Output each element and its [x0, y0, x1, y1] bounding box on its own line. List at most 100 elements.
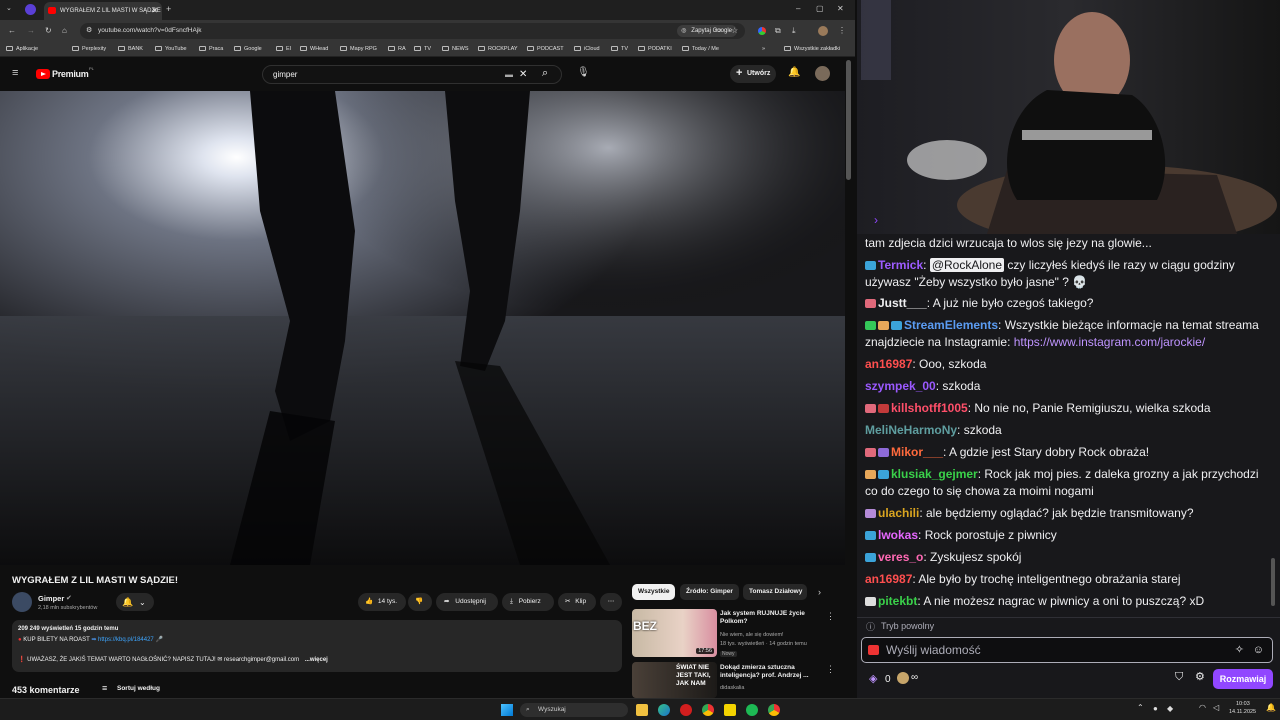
chat-username[interactable]: an16987	[865, 572, 912, 586]
bookmark-item[interactable]: RA	[388, 44, 406, 54]
spotify-icon[interactable]	[746, 704, 758, 716]
sort-icon[interactable]: ≡	[102, 683, 107, 693]
maximize-icon[interactable]: ▢	[816, 3, 824, 15]
more-link[interactable]: ...więcej	[305, 657, 328, 663]
tab-search-icon[interactable]: ⌄	[6, 3, 12, 15]
close-window-icon[interactable]: ✕	[837, 3, 844, 15]
extension-color-icon[interactable]	[758, 27, 766, 35]
rec-title[interactable]: Dokąd zmierza sztuczna inteligencja? pro…	[720, 664, 820, 680]
chat-username[interactable]: lwokas	[878, 528, 918, 542]
channel-name[interactable]: Gimper	[38, 594, 64, 603]
rec-title[interactable]: Jak system RUJNUJE życie Polkom?	[720, 610, 820, 626]
chat-username[interactable]: StreamElements	[904, 318, 998, 332]
extensions-icon[interactable]: ⧉	[775, 25, 781, 37]
chat-input[interactable]: Wyślij wiadomość ✧ ☺	[861, 637, 1273, 663]
taskbar-search[interactable]: ⌕ Wyszukaj	[520, 703, 628, 717]
bookmark-item[interactable]: TV	[414, 44, 431, 54]
notifications-bell-icon[interactable]: 🔔	[788, 67, 800, 79]
minimize-icon[interactable]: –	[796, 3, 800, 15]
home-icon[interactable]: ⌂	[62, 25, 67, 37]
desc-link[interactable]: https://kbq.pl/184427	[98, 637, 154, 643]
chip-all[interactable]: Wszystkie	[632, 584, 676, 600]
tab-active[interactable]: WYGRAŁEM Z LIL MASTI W SĄDZIE ✕	[44, 2, 162, 20]
address-bar[interactable]: ⚙ youtube.com/watch?v=0dFsncfHAjk ◎ Zapy…	[80, 23, 745, 39]
user-avatar[interactable]	[815, 66, 830, 81]
send-chat-button[interactable]: Rozmawiaj	[1213, 669, 1273, 689]
bookmark-item[interactable]: BANK	[118, 44, 143, 54]
reload-icon[interactable]: ↻	[45, 25, 52, 37]
ask-google-button[interactable]: ◎ Zapytaj Google	[677, 25, 737, 37]
back-icon[interactable]: ←	[8, 25, 16, 37]
bookmark-item[interactable]: PODCAST	[527, 44, 564, 54]
bookmark-item[interactable]: Aplikacje	[6, 44, 38, 54]
notification-bell-icon[interactable]: 🔔	[1266, 703, 1276, 712]
shield-icon[interactable]: ⛉	[1175, 671, 1183, 684]
bookmark-item[interactable]: EI	[276, 44, 291, 54]
dislike-button[interactable]: 👎	[408, 593, 432, 611]
opera-icon[interactable]	[680, 704, 692, 716]
channel-avatar[interactable]	[12, 592, 32, 612]
chat-username[interactable]: MeliNeHarmoNy	[865, 423, 957, 437]
search-input[interactable]: gimper ▬ ✕ ⌕	[262, 65, 562, 84]
bits-icon[interactable]	[897, 672, 909, 684]
chat-username[interactable]: an16987	[865, 357, 912, 371]
volume-icon[interactable]: ◁	[1213, 703, 1219, 712]
chat-username[interactable]: pitekbt	[878, 594, 917, 608]
downloads-icon[interactable]: ⤓	[792, 25, 796, 37]
bookmark-item[interactable]: WHead	[300, 44, 328, 54]
bookmark-item[interactable]: iCloud	[574, 44, 600, 54]
bookmark-item[interactable]: NEWS	[442, 44, 469, 54]
bookmark-item[interactable]: Perplexity	[72, 44, 106, 54]
chat-username[interactable]: veres_o	[878, 550, 923, 564]
subscribed-bell-button[interactable]: 🔔 ⌄	[116, 593, 154, 611]
close-tab-icon[interactable]: ✕	[151, 2, 158, 20]
channel-points-icon[interactable]: ◈	[869, 672, 877, 685]
tray-app-icon[interactable]: ●	[1153, 704, 1158, 713]
edge-icon[interactable]	[658, 704, 670, 716]
download-button[interactable]: ⤓ Pobierz	[502, 593, 554, 611]
bookmark-item[interactable]: Mapy RPG	[340, 44, 377, 54]
chat-username[interactable]: klusiak_gejmer	[891, 467, 978, 481]
clear-search-icon[interactable]: ✕	[519, 66, 527, 83]
notes-icon[interactable]	[724, 704, 736, 716]
youtube-logo-icon[interactable]	[36, 69, 50, 79]
tray-app-icon[interactable]: ◆	[1167, 704, 1173, 713]
new-tab-icon[interactable]: +	[166, 3, 171, 15]
chat-mention[interactable]: @RockAlone	[929, 258, 1005, 272]
bookmark-item[interactable]: Praca	[199, 44, 223, 54]
file-explorer-icon[interactable]	[636, 704, 648, 716]
hamburger-menu-icon[interactable]: ≡	[12, 67, 18, 79]
more-bookmarks-icon[interactable]: »	[762, 44, 765, 54]
sort-label[interactable]: Sortuj według	[117, 685, 160, 692]
chat-username[interactable]: Justt___	[878, 296, 927, 310]
bookmark-item[interactable]: Today / Me	[682, 44, 719, 54]
page-scrollbar[interactable]	[846, 60, 851, 180]
magic-icon[interactable]: ✧	[1235, 638, 1244, 662]
chat-username[interactable]: ulachili	[878, 506, 919, 520]
chrome-icon[interactable]	[702, 704, 714, 716]
collapse-chevron-icon[interactable]: ›	[874, 213, 878, 227]
description-box[interactable]: 209 249 wyświetleń 15 godzin temu ● KUP …	[12, 620, 622, 672]
profile-icon[interactable]	[25, 4, 36, 15]
chat-username[interactable]: Mikor___	[891, 445, 943, 459]
share-button[interactable]: ➦ Udostępnij	[436, 593, 498, 611]
chevron-right-icon[interactable]: ›	[818, 586, 821, 598]
microphone-icon[interactable]: 🎙	[577, 67, 590, 79]
rec-menu-icon[interactable]: ⋮	[826, 663, 835, 675]
chat-settings-icon[interactable]: ⚙	[1195, 670, 1205, 683]
cast-icon[interactable]: ▭	[715, 25, 722, 37]
bookmark-star-icon[interactable]: ☆	[731, 25, 738, 37]
more-actions-button[interactable]: ⋯	[600, 593, 622, 611]
bookmark-item[interactable]: ROCKPLAY	[478, 44, 518, 54]
like-button[interactable]: 👍 14 tys.	[358, 593, 406, 611]
windows-start-icon[interactable]	[501, 704, 513, 716]
site-info-icon[interactable]: ⚙	[86, 23, 92, 39]
chat-username[interactable]: Termick	[878, 258, 923, 272]
chip-topic[interactable]: Tomasz Działowy	[743, 584, 807, 600]
browser-menu-icon[interactable]: ⋮	[838, 25, 846, 37]
clock-time[interactable]: 10:03	[1236, 701, 1250, 707]
browser-avatar[interactable]	[818, 26, 828, 36]
create-button[interactable]: + Utwórz	[730, 65, 776, 83]
video-player[interactable]	[0, 91, 845, 565]
rec-thumbnail[interactable]: BEZ 17:56	[632, 609, 717, 657]
